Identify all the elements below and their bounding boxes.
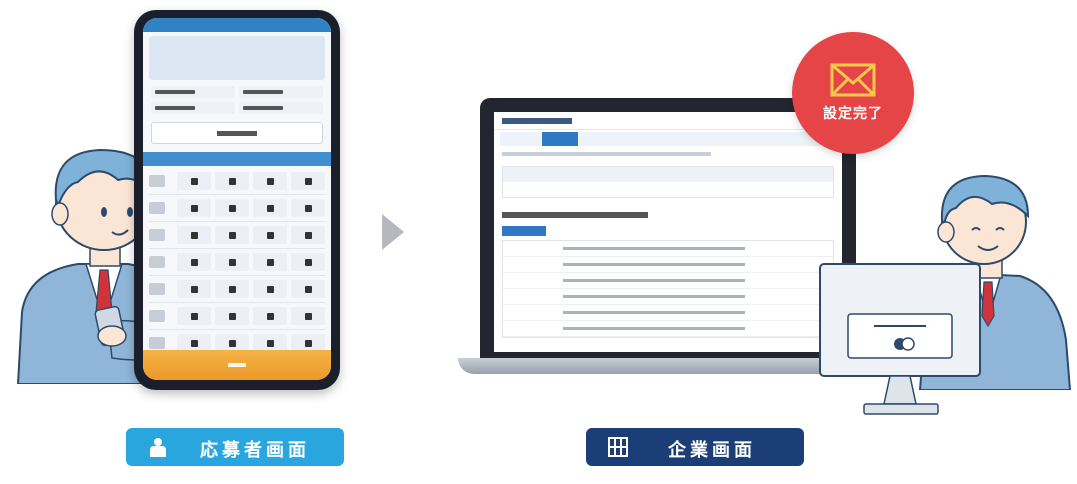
triangle-right-icon	[380, 212, 406, 256]
laptop-app-header	[494, 112, 842, 130]
applicant-screen-label-text: 応募者画面	[200, 440, 310, 461]
phone-option-button	[151, 122, 323, 144]
laptop-device	[480, 98, 856, 360]
schedule-list-row	[503, 321, 833, 337]
schedule-list-row	[503, 273, 833, 289]
schedule-row	[149, 195, 325, 222]
envelope-icon	[830, 63, 876, 97]
badge-label: 設定完了	[823, 106, 883, 122]
laptop-section-tag	[502, 226, 546, 236]
person-icon	[150, 438, 166, 457]
schedule-row	[149, 303, 325, 330]
laptop-breadcrumb	[502, 152, 711, 156]
laptop-section-title	[502, 212, 649, 218]
setup-complete-badge: 設定完了	[792, 32, 914, 154]
laptop-base	[458, 358, 878, 374]
applicant-screen-mockup	[143, 18, 331, 380]
schedule-row	[149, 222, 325, 249]
time-option	[151, 102, 235, 114]
time-option	[239, 86, 323, 98]
schedule-row	[149, 249, 325, 276]
smartphone-device	[134, 10, 340, 390]
building-icon	[608, 437, 628, 457]
schedule-list-row	[503, 305, 833, 321]
schedule-list-row	[503, 257, 833, 273]
schedule-list-row	[503, 289, 833, 305]
company-screen-label-text: 企業画面	[668, 440, 756, 461]
laptop-schedule-list	[502, 240, 834, 338]
phone-calendar-header	[143, 152, 331, 166]
applicant-screen-label: 応募者画面	[126, 428, 344, 466]
laptop-summary-table	[502, 166, 834, 198]
time-option	[151, 86, 235, 98]
phone-time-options	[151, 86, 323, 114]
laptop-nav-tabs	[500, 132, 836, 146]
desktop-monitor	[818, 262, 988, 422]
phone-schedule-grid	[143, 166, 331, 359]
phone-header-bar	[143, 18, 331, 32]
company-screen-label: 企業画面	[586, 428, 804, 466]
schedule-row	[149, 276, 325, 303]
schedule-row	[149, 168, 325, 195]
time-option	[239, 102, 323, 114]
company-screen-mockup	[494, 112, 842, 352]
schedule-list-row	[503, 241, 833, 257]
phone-message-box	[149, 36, 325, 80]
phone-submit-button	[143, 350, 331, 380]
